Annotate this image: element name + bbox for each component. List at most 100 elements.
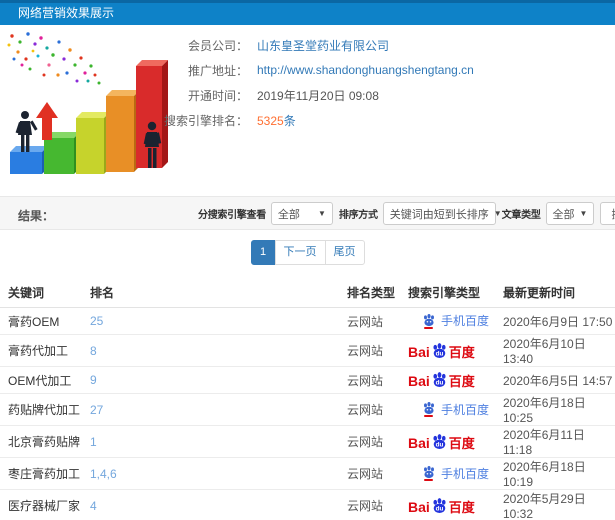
filter-controls: 分搜索引擎查看 全部 ▼ 排序方式 关键词由短到长排序 ▼ 文章类型 全部 ▼ … <box>198 202 615 225</box>
table-row: 膏药代加工 8 云网站 Bai du 百度 2020年6月10日 13:40 <box>0 334 615 367</box>
engine-cell: 手机百度 Bai du 百度 <box>400 425 495 458</box>
baidu-pc-logo: Bai du 百度 <box>408 372 475 389</box>
column-header: 排名类型 <box>339 279 400 308</box>
mobile-baidu-logo: 手机百度 <box>422 312 489 329</box>
page-title: 网络营销效果展示 <box>18 6 115 20</box>
engine-cell: 手机百度 Bai du 百度 <box>400 457 495 490</box>
engine-filter-label: 分搜索引擎查看 <box>198 210 266 221</box>
keyword-cell: 膏药OEM <box>0 307 82 335</box>
baidu-paw-icon <box>422 401 436 418</box>
last-page-button[interactable]: 尾页 <box>324 240 365 265</box>
promo-url-link[interactable]: http://www.shandonghuangshengtang.cn <box>257 63 474 77</box>
table-header-row: 关键词 排名 排名类型 搜索引擎类型 最新更新时间 <box>0 279 615 308</box>
type-filter-value: 全部 <box>552 208 575 221</box>
engine-cell: 手机百度 Bai du 百度 <box>400 393 495 426</box>
baidu-pc-logo: Bai du 百度 <box>408 342 475 360</box>
page-header-bar: 网络营销效果展示 <box>0 0 615 25</box>
sort-filter-select[interactable]: 关键词由短到长排序 ▼ <box>382 202 502 225</box>
rank-link[interactable]: 27 <box>90 403 103 417</box>
engine-cell: 手机百度 Bai du 百度 <box>400 366 495 394</box>
engine-filter-select[interactable]: 全部 ▼ <box>270 202 333 225</box>
baidu-paw-icon: du <box>433 433 446 449</box>
results-table: 关键词 排名 排名类型 搜索引擎类型 最新更新时间 膏药OEM 25 云网站 手… <box>0 279 615 520</box>
date-cell: 2020年6月18日 10:19 <box>495 457 615 490</box>
rank-cell: 1,4,6 <box>82 457 339 490</box>
baidu-paw-icon: du <box>433 372 446 387</box>
rank-type-cell: 云网站 <box>339 457 400 490</box>
keyword-cell: 医疗器械厂家 <box>0 489 82 520</box>
svg-text:du: du <box>435 505 443 512</box>
open-time-label: 开通时间： <box>187 88 248 103</box>
table-row: 医疗器械厂家 4 云网站 Bai du 百度 2020年5月29日 10:32 <box>0 489 615 520</box>
svg-text:du: du <box>435 441 443 448</box>
keyword-cell: 药贴牌代加工 <box>0 393 82 426</box>
open-time-value: 2019年11月20日 09:08 <box>257 88 379 103</box>
rank-type-cell: 云网站 <box>339 366 400 394</box>
date-cell: 2020年6月18日 10:25 <box>495 393 615 426</box>
date-cell: 2020年6月11日 11:18 <box>495 425 615 458</box>
rank-link[interactable]: 8 <box>90 344 97 358</box>
svg-text:du: du <box>435 379 443 386</box>
table-row: 药贴牌代加工 27 云网站 手机百度 2020年6月18日 10:25 <box>0 393 615 426</box>
rank-type-cell: 云网站 <box>339 489 400 520</box>
filter-bar: 结果： 分搜索引擎查看 全部 ▼ 排序方式 关键词由短到长排序 ▼ 文章类型 全… <box>0 196 615 230</box>
member-company-link[interactable]: 山东皇圣堂药业有限公司 <box>257 37 389 54</box>
rank-cell: 25 <box>82 307 339 335</box>
chevron-down-icon: ▼ <box>579 209 588 218</box>
rank-link[interactable]: 25 <box>90 314 103 328</box>
member-company-row: 会员公司： 山东皇圣堂药业有限公司 <box>160 37 474 54</box>
date-cell: 2020年6月10日 13:40 <box>495 334 615 367</box>
column-header: 排名 <box>82 279 339 308</box>
confetti-dots <box>7 32 101 85</box>
sort-filter-value: 关键词由短到长排序 <box>389 208 489 221</box>
svg-text:du: du <box>435 350 443 357</box>
submit-button[interactable]: 提交 <box>599 202 615 225</box>
table-row: 北京膏药贴牌 1 云网站 Bai du 百度 2020年6月11日 11:18 <box>0 425 615 458</box>
engine-rank-label: 搜索引擎排名： <box>163 113 248 128</box>
rank-link[interactable]: 4 <box>90 499 97 513</box>
column-header: 搜索引擎类型 <box>400 279 495 308</box>
keyword-cell: 枣庄膏药加工 <box>0 457 82 490</box>
rank-type-cell: 云网站 <box>339 334 400 367</box>
next-page-button[interactable]: 下一页 <box>274 240 326 265</box>
rank-count: 5325 <box>257 113 284 128</box>
promo-url-label: 推广地址： <box>187 63 248 78</box>
rank-cell: 1 <box>82 425 339 458</box>
promo-url-row: 推广地址： http://www.shandonghuangshengtang.… <box>160 63 474 78</box>
column-header: 最新更新时间 <box>495 279 615 308</box>
rank-type-cell: 云网站 <box>339 425 400 458</box>
engine-rank-value: 5325条 <box>257 112 296 129</box>
engine-cell: 手机百度 Bai du 百度 <box>400 334 495 367</box>
date-cell: 2020年6月9日 17:50 <box>495 307 615 335</box>
type-filter-label: 文章类型 <box>501 210 541 221</box>
pagination: 1 下一页 尾页 <box>0 240 615 265</box>
bar-yellow <box>76 112 110 174</box>
mobile-baidu-logo: 手机百度 <box>422 401 489 418</box>
engine-cell: 手机百度 Bai du 百度 <box>400 307 495 335</box>
baidu-pc-logo: Bai du 百度 <box>408 497 475 515</box>
baidu-pc-logo: Bai du 百度 <box>408 433 475 451</box>
rank-cell: 27 <box>82 393 339 426</box>
column-header: 关键词 <box>0 279 82 308</box>
rank-cell: 4 <box>82 489 339 520</box>
date-cell: 2020年5月29日 10:32 <box>495 489 615 520</box>
chevron-down-icon: ▼ <box>317 209 326 218</box>
member-info-panel: 会员公司： 山东皇圣堂药业有限公司 推广地址： http://www.shand… <box>160 38 474 138</box>
baidu-paw-icon <box>422 465 436 482</box>
table-row: 枣庄膏药加工 1,4,6 云网站 手机百度 2020年6月18日 10:19 <box>0 457 615 490</box>
page-1-button[interactable]: 1 <box>250 240 276 265</box>
keyword-cell: 北京膏药贴牌 <box>0 425 82 458</box>
bar-chart-illustration <box>0 28 185 188</box>
keyword-cell: OEM代加工 <box>0 366 82 394</box>
baidu-paw-icon <box>422 313 436 329</box>
chevron-down-icon: ▼ <box>493 209 502 218</box>
baidu-paw-icon: du <box>433 342 446 358</box>
rank-link[interactable]: 1,4,6 <box>90 467 117 481</box>
rank-cell: 9 <box>82 366 339 394</box>
rank-link[interactable]: 1 <box>90 435 97 449</box>
type-filter-select[interactable]: 全部 ▼ <box>545 202 594 225</box>
rank-link[interactable]: 9 <box>90 373 97 387</box>
mobile-baidu-logo: 手机百度 <box>422 465 489 482</box>
result-label: 结果： <box>18 209 55 223</box>
bar-orange <box>106 90 140 172</box>
